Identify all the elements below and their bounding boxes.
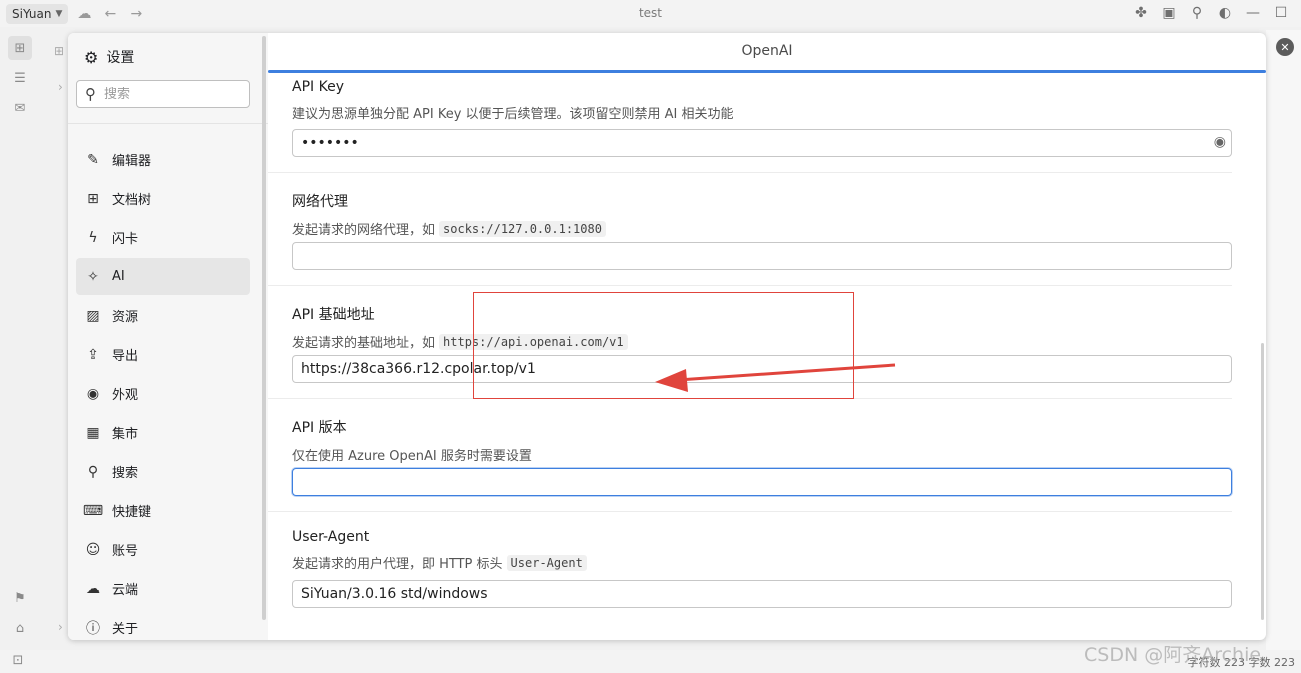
search-icon: ⚲ <box>85 85 96 103</box>
menu-item-label: 外观 <box>112 388 139 403</box>
arrow-shaft <box>677 363 896 382</box>
menu-item-label: 集市 <box>112 427 139 442</box>
menu-item-label: 编辑器 <box>112 154 152 169</box>
left-dock: ⊞ ☰ ✉ ⚑ ⌂ <box>0 30 40 650</box>
pen-icon: ✎ <box>87 151 99 168</box>
sidebar-scrollbar[interactable] <box>262 36 266 620</box>
tree-icon: ⊞ <box>54 44 65 58</box>
palette-icon: ◉ <box>86 385 100 402</box>
menu-item-editor[interactable]: ✎ 编辑器 <box>76 141 250 178</box>
menu-item-label: 云端 <box>112 583 139 598</box>
divider <box>68 123 268 124</box>
back-arrow-icon[interactable]: ← <box>100 4 120 24</box>
workspace-name: SiYuan <box>12 6 52 21</box>
export-icon: ⇪ <box>87 346 99 363</box>
annotation-arrow <box>655 363 896 392</box>
workspace-button[interactable]: SiYuan ▼ <box>6 3 69 24</box>
menu-item-export[interactable]: ⇪ 导出 <box>76 336 250 373</box>
menu-item-label: 账号 <box>112 544 139 559</box>
gear-icon: ⚙ <box>84 47 99 67</box>
menu-item-label: 关于 <box>112 622 139 637</box>
settings-header: ⚙ 设置 <box>84 47 134 67</box>
inbox-icon[interactable]: ✉ <box>8 96 32 120</box>
minimize-icon[interactable]: — <box>1243 3 1263 23</box>
forward-arrow-icon[interactable]: → <box>126 4 146 24</box>
settings-search-input[interactable] <box>104 86 224 102</box>
maximize-icon[interactable]: ☐ <box>1271 3 1291 23</box>
menu-item-assets[interactable]: ▨ 资源 <box>76 297 250 334</box>
menu-item-account[interactable]: ☺ 账号 <box>76 531 250 568</box>
menu-item-label: 闪卡 <box>112 232 139 247</box>
search-icon: ⚲ <box>87 463 99 480</box>
command-icon[interactable]: ▣ <box>1159 3 1179 23</box>
image-icon: ▨ <box>86 307 100 324</box>
cloud-sync-icon[interactable]: ☁ <box>74 4 94 24</box>
search-icon[interactable]: ⚲ <box>1187 3 1207 23</box>
account-icon: ☺ <box>85 541 101 558</box>
menu-item-keymap[interactable]: ⌨ 快捷键 <box>76 492 250 529</box>
cloud-icon: ☁ <box>86 580 100 597</box>
menu-item-label: 导出 <box>112 349 139 364</box>
menu-item-label: 搜索 <box>112 466 139 481</box>
menu-item-label: 文档树 <box>112 193 152 208</box>
theme-mode-icon[interactable]: ◐ <box>1215 3 1235 23</box>
keyboard-icon: ⌨ <box>82 502 104 519</box>
tree-icon: ⊞ <box>87 190 99 207</box>
settings-content: OpenAI API Key 建议为思源单独分配 API Key 以便于后续管理… <box>268 33 1266 640</box>
menu-item-flashcard[interactable]: ϟ 闪卡 <box>76 219 250 256</box>
store-icon: ▦ <box>86 424 100 441</box>
settings-dialog: ⚙ 设置 ⚲ ✎ 编辑器 ⊞ 文档树 ϟ 闪卡 ✧ AI <box>68 33 1266 640</box>
dock-toggle-icon[interactable]: ⊡ <box>8 650 28 670</box>
settings-search-box[interactable]: ⚲ <box>76 80 250 108</box>
menu-item-label: AI <box>112 269 125 284</box>
file-tree-icon[interactable]: ⊞ <box>8 36 32 60</box>
close-icon[interactable]: ✕ <box>1276 38 1294 56</box>
watermark: CSDN @阿齐Archie <box>1084 644 1262 666</box>
plugin-icon[interactable]: ✤ <box>1131 3 1151 23</box>
menu-item-filetree[interactable]: ⊞ 文档树 <box>76 180 250 217</box>
sparkle-icon: ✧ <box>87 268 99 285</box>
outline-icon[interactable]: ☰ <box>8 66 32 90</box>
window-title: test <box>638 6 663 20</box>
menu-item-search[interactable]: ⚲ 搜索 <box>76 453 250 490</box>
menu-item-ai[interactable]: ✧ AI <box>76 258 250 295</box>
menu-item-label: 快捷键 <box>112 505 152 520</box>
arrow-head <box>655 369 688 392</box>
info-icon: ⓘ <box>86 620 100 637</box>
flash-icon: ϟ <box>88 229 98 246</box>
chevron-down-icon: ▼ <box>55 8 63 19</box>
menu-item-about[interactable]: ⓘ 关于 <box>76 609 250 640</box>
bookmark-icon[interactable]: ⚑ <box>8 586 32 610</box>
settings-sidebar: ⚙ 设置 ⚲ ✎ 编辑器 ⊞ 文档树 ϟ 闪卡 ✧ AI <box>68 33 268 640</box>
menu-item-cloud[interactable]: ☁ 云端 <box>76 570 250 607</box>
chevron-right-icon: › <box>58 80 63 94</box>
chevron-right-icon: › <box>58 620 63 634</box>
menu-item-bazaar[interactable]: ▦ 集市 <box>76 414 250 451</box>
background-doc-tree: ⊞ › › <box>40 30 70 650</box>
menu-item-appearance[interactable]: ◉ 外观 <box>76 375 250 412</box>
tag-icon[interactable]: ⌂ <box>8 616 32 640</box>
title-bar: SiYuan ▼ ☁ ← → test ✤ ▣ ⚲ ◐ — ☐ <box>0 0 1301 27</box>
settings-title: 设置 <box>106 50 135 66</box>
menu-item-label: 资源 <box>112 310 139 325</box>
background-editor-edge <box>1266 30 1301 650</box>
settings-menu: ✎ 编辑器 ⊞ 文档树 ϟ 闪卡 ✧ AI ▨ 资源 ⇪ 导出 ◉ 外观 ▦ 集… <box>76 141 250 640</box>
